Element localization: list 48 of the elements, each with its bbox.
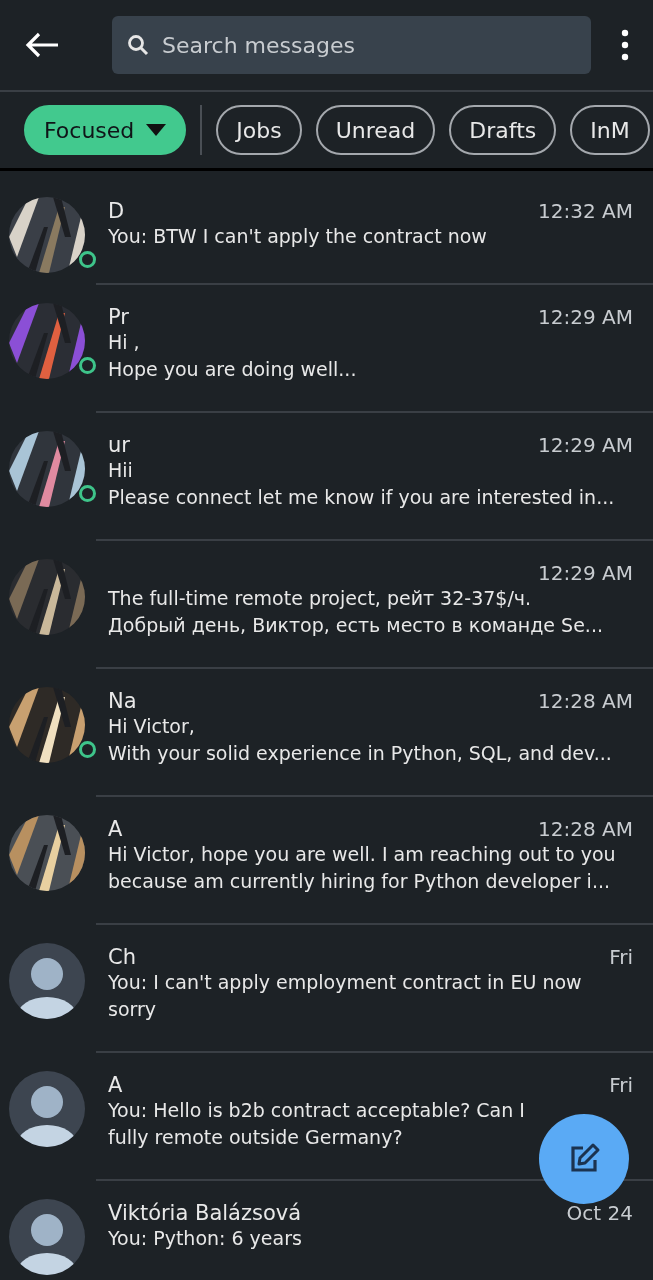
- filter-chip[interactable]: Drafts: [449, 105, 557, 155]
- message-preview: Please connect let me know if you are interested in...: [108, 485, 616, 510]
- conversation-item[interactable]: ur 12:29 AM Hii Please connect let me know if you are interested in...: [0, 413, 653, 541]
- contact-name: Ch: [108, 945, 136, 969]
- conversation-item[interactable]: Viktória Balázsová Oct 24 You: Python: 6 years: [0, 1181, 653, 1280]
- conversation-item[interactable]: Ch Fri You: I can't apply employment contract in EU now sorry: [0, 925, 653, 1053]
- conversation-item[interactable]: 12:29 AM The full-time remote project, рейт 32-37$/ч. Добрый день, Виктор, есть место в команде Se...: [0, 541, 653, 669]
- message-preview: With your solid experience in Python, SQL, and dev...: [108, 741, 613, 766]
- contact-name: Viktória Balázsová: [108, 1201, 302, 1225]
- message-preview: Добрый день, Виктор, есть место в команде Se...: [108, 613, 604, 638]
- search-field[interactable]: Search messages: [112, 16, 591, 74]
- contact-name: Na: [108, 689, 137, 713]
- contact-name: A: [108, 817, 123, 841]
- back-arrow-icon[interactable]: [24, 31, 60, 59]
- filter-chip[interactable]: Jobs: [216, 105, 302, 155]
- message-time: 12:29 AM: [538, 305, 633, 329]
- filter-chip[interactable]: Unread: [315, 105, 436, 155]
- filter-chip[interactable]: Focused: [24, 105, 187, 155]
- message-preview: Hi Victor,: [108, 714, 196, 739]
- conversation-item[interactable]: D 12:32 AM You: BTW I can't apply the contract now: [0, 171, 653, 285]
- message-preview: Hii: [108, 458, 134, 483]
- message-time: 12:28 AM: [538, 817, 633, 841]
- contact-name: A: [108, 1073, 123, 1097]
- message-preview: Hi ,: [108, 330, 141, 355]
- message-preview: You: Hello is b2b contract acceptable? Can I: [108, 1098, 526, 1123]
- contact-name: ur: [108, 433, 130, 457]
- contact-name: Pr: [108, 305, 129, 329]
- message-time: Fri: [609, 1073, 633, 1097]
- message-preview: fully remote outside Germany?: [108, 1125, 404, 1150]
- message-preview: You: I can't apply employment contract in EU now sorry: [108, 970, 583, 1022]
- message-preview: The full-time remote project, рейт 32-37$/ч.: [108, 586, 533, 611]
- message-preview: Hope you are doing well...: [108, 357, 358, 382]
- conversation-item[interactable]: A 12:28 AM Hi Victor, hope you are well. I am reaching out to you because am currently hiring for Python developer i...: [0, 797, 653, 925]
- message-time: 12:29 AM: [538, 433, 633, 457]
- filter-chip[interactable]: InM: [570, 105, 650, 155]
- conversation-item[interactable]: Na 12:28 AM Hi Victor, With your solid experience in Python, SQL, and dev...: [0, 669, 653, 797]
- message-preview: You: BTW I can't apply the contract now: [108, 224, 488, 249]
- message-time: Fri: [609, 945, 633, 969]
- message-time: 12:32 AM: [538, 199, 633, 223]
- message-preview: You: Python: 6 years: [108, 1226, 303, 1251]
- conversation-item[interactable]: Pr 12:29 AM Hi , Hope you are doing well...: [0, 285, 653, 413]
- message-time: 12:29 AM: [538, 561, 633, 585]
- message-time: 12:28 AM: [538, 689, 633, 713]
- message-time: Oct 24: [566, 1201, 633, 1225]
- search-icon: [126, 33, 150, 57]
- contact-name: D: [108, 199, 125, 223]
- more-options-icon[interactable]: [621, 29, 629, 61]
- message-preview: Hi Victor, hope you are well. I am reaching out to you because am currently hiring for Python developer i...: [108, 842, 617, 894]
